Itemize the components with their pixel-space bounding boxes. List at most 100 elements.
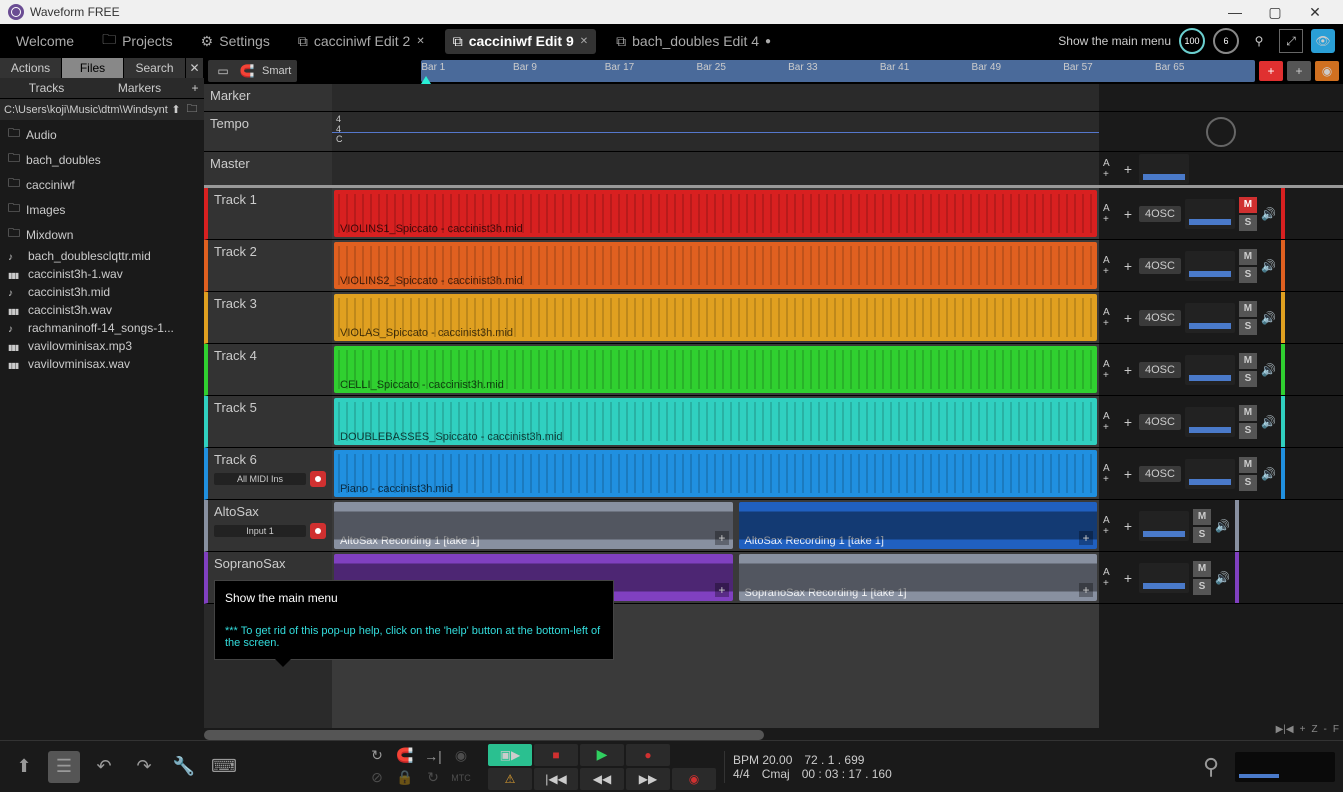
expand-clip-icon[interactable]: +: [715, 583, 729, 597]
plugin-slot[interactable]: 4OSC: [1139, 466, 1181, 482]
solo-button[interactable]: S: [1239, 215, 1257, 231]
track-lane[interactable]: AltoSax Recording 1 [take 1]+AltoSax Rec…: [332, 500, 1099, 552]
file-item[interactable]: caccinist3h-1.wav: [0, 265, 204, 283]
automation-toggle[interactable]: A +: [1103, 463, 1117, 485]
record-arm-icon[interactable]: [310, 471, 326, 487]
undo-button[interactable]: ↶: [88, 751, 120, 783]
add-insert-button[interactable]: +: [1121, 310, 1135, 326]
mute-button[interactable]: M: [1239, 301, 1257, 317]
cpu-meter-2[interactable]: 6: [1213, 28, 1239, 54]
track-header[interactable]: Track 2: [204, 240, 332, 292]
automation-toggle[interactable]: A +: [1103, 307, 1117, 329]
markers-tab[interactable]: Markers: [93, 78, 186, 98]
close-tab-icon[interactable]: ✕: [580, 36, 588, 47]
master-lane[interactable]: [332, 152, 1099, 188]
cpu-meter[interactable]: 100: [1179, 28, 1205, 54]
midi-clip[interactable]: Piano - caccinist3h.mid: [334, 450, 1097, 497]
record-arm-button[interactable]: ◉: [672, 768, 716, 790]
fit-label[interactable]: F: [1333, 724, 1339, 735]
files-tab[interactable]: Files: [62, 58, 124, 78]
add-aux-button[interactable]: +: [1287, 61, 1311, 81]
expand-icon[interactable]: ⤢: [1279, 29, 1303, 53]
play-loop-button[interactable]: ▣▶: [488, 744, 532, 766]
volume-fader[interactable]: [1139, 511, 1189, 541]
play-button[interactable]: ▶: [580, 744, 624, 766]
track-header[interactable]: Track 5: [204, 396, 332, 448]
tempo-header[interactable]: Tempo: [204, 112, 332, 152]
file-item[interactable]: bach_doublesclqttr.mid: [0, 247, 204, 265]
solo-button[interactable]: S: [1193, 579, 1211, 595]
speaker-icon[interactable]: 🔊: [1215, 571, 1231, 585]
solo-button[interactable]: S: [1193, 527, 1211, 543]
forward-button[interactable]: ▶▶: [626, 768, 670, 790]
smart-snap-label[interactable]: Smart: [262, 65, 291, 77]
plugin-slot[interactable]: 4OSC: [1139, 206, 1181, 222]
track-lane[interactable]: CELLI_Spiccato - caccinist3h.mid: [332, 344, 1099, 396]
key-display[interactable]: Cmaj: [762, 767, 790, 781]
projects-tab[interactable]: 🗀 Projects: [94, 25, 181, 57]
speaker-icon[interactable]: 🔊: [1261, 207, 1277, 221]
expand-clip-icon[interactable]: +: [715, 531, 729, 545]
tracks-tab[interactable]: Tracks: [0, 78, 93, 98]
expand-clip-icon[interactable]: +: [1079, 583, 1093, 597]
minimize-button[interactable]: —: [1215, 0, 1255, 24]
speaker-icon[interactable]: 🔊: [1261, 467, 1277, 481]
settings-tab[interactable]: ⚙ Settings: [193, 29, 278, 54]
track-lane[interactable]: VIOLINS2_Spiccato - caccinist3h.mid: [332, 240, 1099, 292]
track-header[interactable]: Track 6All MIDI Ins: [204, 448, 332, 500]
solo-button[interactable]: S: [1239, 267, 1257, 283]
speaker-icon[interactable]: 🔊: [1261, 415, 1277, 429]
volume-fader[interactable]: [1185, 407, 1235, 437]
track-lane[interactable]: VIOLAS_Spiccato - caccinist3h.mid: [332, 292, 1099, 344]
link-icon[interactable]: ⊘: [366, 769, 388, 787]
file-item[interactable]: Images: [0, 197, 204, 222]
marker-header[interactable]: Marker: [204, 84, 332, 112]
add-track-button[interactable]: +: [1259, 61, 1283, 81]
plug-icon[interactable]: ⚲: [1247, 29, 1271, 53]
volume-fader[interactable]: [1185, 199, 1235, 229]
speaker-icon[interactable]: 🔊: [1215, 519, 1231, 533]
plugin-slot[interactable]: 4OSC: [1139, 258, 1181, 274]
wrench-icon[interactable]: 🔧: [168, 751, 200, 783]
add-insert-button[interactable]: +: [1121, 414, 1135, 430]
current-path[interactable]: C:\Users\koji\Music\dtm\Windsynth: [4, 104, 168, 116]
project-tab-2[interactable]: ⧉ bach_doubles Edit 4 ●: [608, 29, 779, 54]
master-header[interactable]: Master: [204, 152, 332, 188]
magnet-icon[interactable]: 🧲: [238, 62, 256, 80]
automation-toggle[interactable]: A +: [1103, 203, 1117, 225]
metronome-icon[interactable]: ◉: [450, 747, 472, 765]
midi-clip[interactable]: VIOLAS_Spiccato - caccinist3h.mid: [334, 294, 1097, 341]
file-item[interactable]: caccinist3h.wav: [0, 301, 204, 319]
eye-icon[interactable]: 👁: [1311, 29, 1335, 53]
automation-toggle[interactable]: A +: [1103, 255, 1117, 277]
mute-button[interactable]: M: [1193, 509, 1211, 525]
home-folder-icon[interactable]: 🗀: [184, 102, 200, 118]
volume-fader[interactable]: [1185, 459, 1235, 489]
tempo-curve[interactable]: [332, 132, 1099, 133]
bpm-display[interactable]: BPM 20.00: [733, 753, 792, 767]
mute-button[interactable]: M: [1239, 457, 1257, 473]
track-header[interactable]: Track 3: [204, 292, 332, 344]
solo-button[interactable]: S: [1239, 423, 1257, 439]
track-header[interactable]: AltoSaxInput 1: [204, 500, 332, 552]
tool-icon[interactable]: ▭: [214, 62, 232, 80]
close-panel-icon[interactable]: ✕: [186, 58, 204, 78]
timeline-ruler[interactable]: Bar 1Bar 9Bar 17Bar 25Bar 33Bar 41Bar 49…: [421, 60, 1255, 82]
export-button[interactable]: ⬆: [8, 751, 40, 783]
volume-fader[interactable]: [1139, 563, 1189, 593]
automation-toggle[interactable]: A +: [1103, 359, 1117, 381]
volume-fader[interactable]: [1185, 303, 1235, 333]
midi-clip[interactable]: DOUBLEBASSES_Spiccato - caccinist3h.mid: [334, 398, 1097, 445]
track-input-selector[interactable]: Input 1: [214, 525, 306, 537]
snap-magnet-icon[interactable]: 🧲: [394, 747, 416, 765]
search-tab[interactable]: Search: [124, 58, 186, 78]
maximize-button[interactable]: ▢: [1255, 0, 1295, 24]
tempo-lane[interactable]: 4 4 C: [332, 112, 1099, 152]
playhead-icon[interactable]: [421, 76, 431, 84]
add-insert-button[interactable]: +: [1121, 518, 1135, 534]
marker-lane[interactable]: [332, 84, 1099, 112]
add-marker-button[interactable]: +: [186, 78, 204, 98]
file-item[interactable]: bach_doubles: [0, 147, 204, 172]
rewind-button[interactable]: ◀◀: [580, 768, 624, 790]
speaker-icon[interactable]: 🔊: [1261, 311, 1277, 325]
